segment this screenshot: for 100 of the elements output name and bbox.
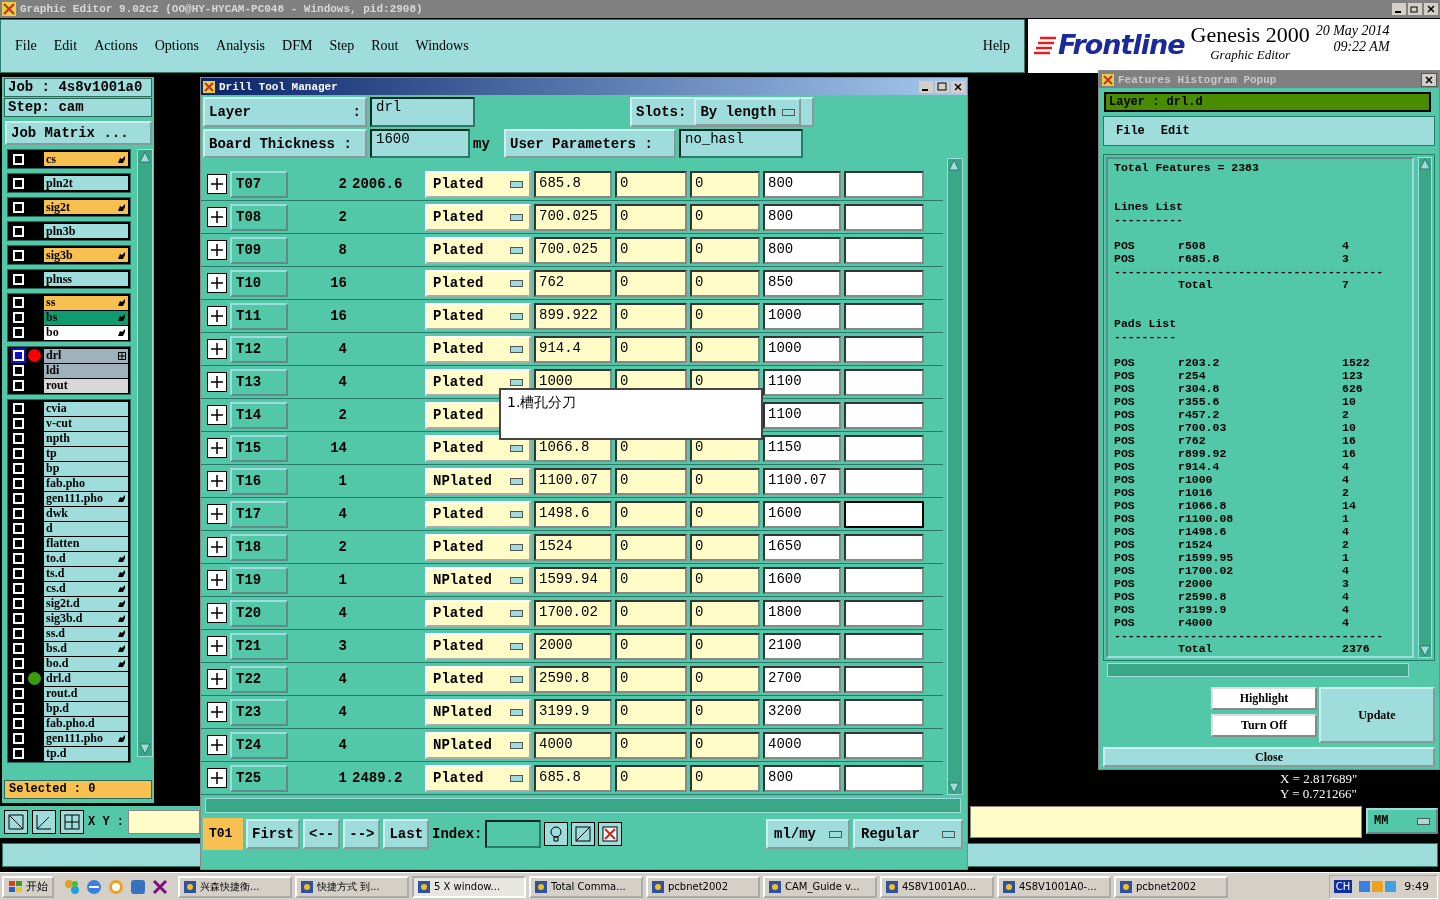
units-dropdown[interactable]: MM [1366, 808, 1438, 834]
browser-icon[interactable] [85, 877, 103, 896]
input-field[interactable]: 0 [690, 335, 760, 363]
taskbar-button[interactable]: pcbnet2002 [646, 875, 760, 898]
scrollbar[interactable] [137, 149, 153, 757]
scroll-down-icon[interactable] [138, 742, 152, 756]
input-field[interactable]: 800 [763, 236, 841, 264]
input-field[interactable] [844, 335, 924, 363]
tool-button[interactable]: T10 [230, 269, 288, 297]
xy-field[interactable] [128, 810, 200, 834]
layer-item[interactable]: ss [44, 295, 128, 310]
scroll-down-icon[interactable] [948, 782, 960, 794]
layer-checkbox[interactable] [13, 508, 24, 519]
nav-button[interactable]: First [246, 819, 300, 849]
layer-item[interactable]: gen111.pho [44, 491, 128, 506]
add-icon[interactable] [207, 636, 227, 656]
input-field[interactable] [844, 599, 924, 627]
input-field[interactable]: 0 [615, 566, 687, 594]
grid-icon[interactable] [60, 810, 84, 834]
tool-button[interactable]: T12 [230, 335, 288, 363]
taskbar-button[interactable]: pcbnet2002 [1114, 875, 1228, 898]
input-field[interactable]: 800 [763, 170, 841, 198]
tool-button[interactable]: T25 [230, 764, 288, 792]
tool-button[interactable]: T22 [230, 665, 288, 693]
layer-checkbox[interactable] [13, 403, 24, 414]
menu-item[interactable]: Actions [94, 38, 138, 54]
input-field[interactable]: 1100 [763, 401, 841, 429]
taskbar-button[interactable]: 4S8V1001A0... [880, 875, 994, 898]
app-icon[interactable] [129, 877, 147, 896]
add-icon[interactable] [207, 207, 227, 227]
layer-checkbox[interactable] [13, 703, 24, 714]
layer-checkbox[interactable] [13, 493, 24, 504]
delete-icon[interactable] [598, 822, 623, 846]
input-field[interactable] [844, 269, 924, 297]
add-icon[interactable] [207, 240, 227, 260]
scrollbar[interactable] [1107, 663, 1409, 677]
layer-item[interactable]: npth [44, 431, 128, 446]
input-field[interactable]: 0 [690, 236, 760, 264]
update-button[interactable]: Update [1319, 687, 1435, 743]
layer-item[interactable]: pln3b [44, 224, 128, 238]
highlight-button[interactable]: Highlight [1211, 687, 1317, 710]
layer-item[interactable]: d [44, 521, 128, 536]
scrollbar[interactable] [205, 798, 961, 813]
type-dropdown[interactable]: NPlated [425, 731, 531, 759]
input-field[interactable]: 0 [615, 170, 687, 198]
tool-button[interactable]: T19 [230, 566, 288, 594]
taskbar-button[interactable]: Total Comma... [529, 875, 643, 898]
type-dropdown[interactable]: Plated [425, 302, 531, 330]
user-parameters-field[interactable]: no_hasl [679, 129, 803, 158]
layer-checkbox[interactable] [13, 613, 24, 624]
layer-checkbox[interactable] [13, 553, 24, 564]
layer-item[interactable]: tp [44, 446, 128, 461]
layer-item[interactable]: bs [44, 310, 128, 325]
input-field[interactable]: 0 [615, 269, 687, 297]
type-dropdown[interactable]: Plated [425, 533, 531, 561]
add-icon[interactable] [207, 603, 227, 623]
input-field[interactable]: 1599.94 [534, 566, 612, 594]
layer-item[interactable]: fab.pho.d [44, 716, 128, 731]
tool-button[interactable]: T11 [230, 302, 288, 330]
input-field[interactable]: 1650 [763, 533, 841, 561]
menu-item[interactable]: Step [329, 38, 355, 54]
layer-item[interactable]: bo [44, 325, 128, 340]
layer-item[interactable]: pln2t [44, 176, 128, 190]
layer-checkbox[interactable] [13, 628, 24, 639]
layer-item[interactable]: sig3b [44, 248, 128, 262]
input-field[interactable]: 0 [615, 731, 687, 759]
layer-item[interactable]: cs.d [44, 581, 128, 596]
scroll-up-icon[interactable] [948, 159, 960, 171]
add-icon[interactable] [207, 768, 227, 788]
layer-checkbox[interactable] [13, 568, 24, 579]
layer-item[interactable]: fab.pho [44, 476, 128, 491]
type-dropdown[interactable]: Plated [425, 236, 531, 264]
input-field[interactable] [844, 665, 924, 693]
input-field[interactable]: 800 [763, 764, 841, 792]
layer-item[interactable]: tp.d [44, 746, 128, 761]
layer-checkbox[interactable] [13, 478, 24, 489]
tool-button[interactable]: T07 [230, 170, 288, 198]
menu-item[interactable]: Windows [415, 38, 469, 54]
add-icon[interactable] [207, 669, 227, 689]
mode-dropdown[interactable]: Regular [853, 819, 963, 849]
minimize-icon[interactable] [1392, 3, 1406, 15]
close-icon[interactable] [1421, 72, 1437, 87]
input-field[interactable]: 1100.07 [534, 467, 612, 495]
tool-button[interactable]: T21 [230, 632, 288, 660]
scroll-up-icon[interactable] [138, 150, 152, 164]
layer-item[interactable]: bp [44, 461, 128, 476]
taskbar-button[interactable]: 5 X window... [412, 875, 526, 898]
input-field[interactable] [844, 566, 924, 594]
add-icon[interactable] [207, 735, 227, 755]
input-field[interactable]: 700.025 [534, 236, 612, 264]
layer-item[interactable]: sig2t.d [44, 596, 128, 611]
layer-item[interactable]: drl.d [44, 671, 128, 686]
layer-field[interactable]: drl [370, 97, 475, 127]
layer-checkbox[interactable] [13, 658, 24, 669]
index-field[interactable] [485, 820, 542, 848]
type-dropdown[interactable]: Plated [425, 599, 531, 627]
layer-checkbox[interactable] [13, 673, 24, 684]
input-field[interactable]: 0 [690, 467, 760, 495]
input-field[interactable] [844, 764, 924, 792]
layer-checkbox[interactable] [13, 448, 24, 459]
